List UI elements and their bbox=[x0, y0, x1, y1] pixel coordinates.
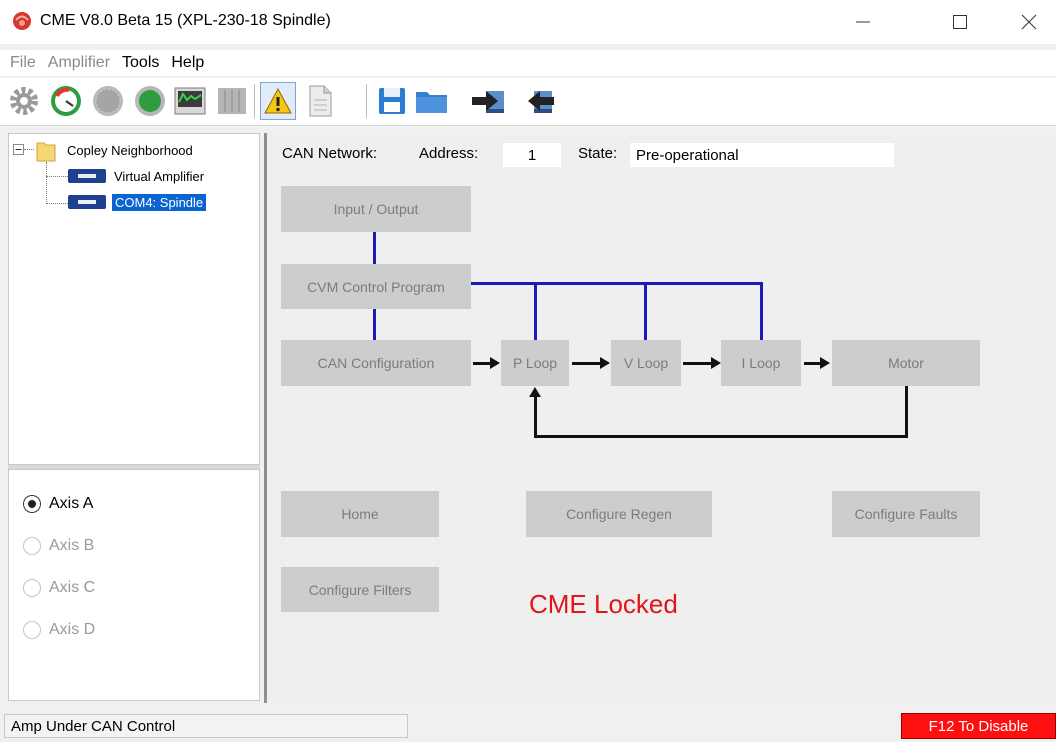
menu-file[interactable]: File bbox=[10, 54, 36, 72]
axis-label: Axis D bbox=[49, 621, 96, 638]
arrow-v-to-i bbox=[683, 362, 713, 365]
configure-filters-button[interactable]: Configure Filters bbox=[281, 567, 439, 612]
menu-tools[interactable]: Tools bbox=[122, 54, 159, 72]
title-bar: CME V8.0 Beta 15 (XPL-230-18 Spindle) bbox=[0, 0, 1056, 44]
close-button[interactable] bbox=[1004, 0, 1054, 44]
maximize-icon bbox=[953, 15, 967, 29]
axis-label: Axis C bbox=[49, 579, 96, 596]
green-circle-icon bbox=[135, 86, 165, 116]
can-network-label: CAN Network: bbox=[282, 145, 378, 162]
folder-icon bbox=[416, 92, 447, 113]
feedback-line bbox=[905, 386, 908, 437]
document-icon bbox=[309, 85, 332, 117]
amplifier-icon bbox=[68, 195, 106, 209]
axis-d-radio[interactable]: Axis D bbox=[23, 621, 95, 639]
menu-bar: File Amplifier Tools Help bbox=[0, 50, 1056, 76]
tree-item-com4-spindle[interactable]: COM4: Spindle bbox=[112, 192, 207, 212]
axis-b-radio[interactable]: Axis B bbox=[23, 537, 94, 555]
minimize-icon bbox=[856, 21, 870, 23]
axis-label: Axis B bbox=[49, 537, 95, 554]
lock-message: CME Locked bbox=[529, 589, 678, 619]
v-loop-block[interactable]: V Loop bbox=[611, 340, 681, 386]
address-label: Address: bbox=[419, 145, 479, 162]
green-circle-button[interactable] bbox=[132, 82, 168, 120]
i-loop-block[interactable]: I Loop bbox=[721, 340, 801, 386]
state-label: State: bbox=[578, 145, 618, 162]
amplifier-icon bbox=[68, 169, 106, 183]
graph-icon bbox=[218, 88, 246, 114]
p-loop-block[interactable]: P Loop bbox=[501, 340, 569, 386]
toolbar bbox=[0, 78, 1056, 126]
radio-checked-icon bbox=[23, 495, 41, 513]
state-value: Pre-operational bbox=[630, 143, 894, 167]
download-arrow-icon bbox=[472, 91, 504, 113]
axis-selector: Axis A Axis B Axis C Axis D bbox=[8, 469, 260, 701]
vertical-divider bbox=[264, 133, 267, 703]
scope-icon bbox=[174, 87, 206, 115]
close-icon bbox=[1021, 14, 1037, 30]
can-configuration-block[interactable]: CAN Configuration bbox=[281, 340, 471, 386]
tree-item-label: Virtual Amplifier bbox=[114, 168, 205, 184]
folder-icon bbox=[36, 142, 56, 162]
upload-button[interactable] bbox=[520, 82, 556, 120]
tree-item-virtual-amplifier[interactable]: Virtual Amplifier bbox=[114, 166, 204, 186]
collapse-icon[interactable] bbox=[13, 144, 24, 155]
save-button[interactable] bbox=[374, 82, 410, 120]
motor-block[interactable]: Motor bbox=[832, 340, 980, 386]
gauge-button[interactable] bbox=[48, 82, 84, 120]
upload-arrow-icon bbox=[528, 91, 554, 113]
input-output-block[interactable]: Input / Output bbox=[281, 186, 471, 232]
tree-root-label: Copley Neighborhood bbox=[67, 142, 193, 158]
scope-button[interactable] bbox=[172, 82, 208, 120]
main-panel: CAN Network: Address: 1 State: Pre-opera… bbox=[268, 133, 1056, 703]
warning-button[interactable] bbox=[260, 82, 296, 120]
status-text: Amp Under CAN Control bbox=[4, 714, 408, 738]
minimize-button[interactable] bbox=[838, 0, 888, 44]
radio-icon bbox=[23, 621, 41, 639]
home-button[interactable]: Home bbox=[281, 491, 439, 537]
axis-a-radio[interactable]: Axis A bbox=[23, 495, 93, 513]
app-window: CME V8.0 Beta 15 (XPL-230-18 Spindle) Fi… bbox=[0, 0, 1056, 742]
graph-button[interactable] bbox=[214, 82, 250, 120]
gear-button[interactable] bbox=[6, 82, 42, 120]
axis-c-radio[interactable]: Axis C bbox=[23, 579, 95, 597]
gear-icon bbox=[10, 87, 38, 115]
address-value: 1 bbox=[503, 143, 561, 167]
status-bar: Amp Under CAN Control F12 To Disable bbox=[0, 710, 1056, 742]
radio-icon bbox=[23, 537, 41, 555]
download-button[interactable] bbox=[470, 82, 506, 120]
gauge-icon bbox=[51, 86, 81, 116]
feedback-line bbox=[534, 397, 537, 437]
feedback-line bbox=[534, 435, 908, 438]
save-icon bbox=[379, 88, 405, 114]
menu-help[interactable]: Help bbox=[171, 54, 204, 72]
axis-label: Axis A bbox=[49, 495, 94, 512]
document-button[interactable] bbox=[302, 82, 338, 120]
warning-icon bbox=[264, 87, 292, 114]
tree-root[interactable]: Copley Neighborhood bbox=[67, 140, 193, 160]
device-tree: Copley Neighborhood Virtual Amplifier CO… bbox=[8, 133, 260, 465]
dial-icon bbox=[93, 86, 123, 116]
window-title: CME V8.0 Beta 15 (XPL-230-18 Spindle) bbox=[40, 12, 331, 29]
configure-regen-button[interactable]: Configure Regen bbox=[526, 491, 712, 537]
maximize-button[interactable] bbox=[935, 0, 985, 44]
tree-item-label: COM4: Spindle bbox=[112, 193, 207, 211]
arrow-p-to-v bbox=[572, 362, 602, 365]
app-logo-icon bbox=[13, 12, 31, 30]
cvm-control-program-block[interactable]: CVM Control Program bbox=[281, 264, 471, 309]
dial-button[interactable] bbox=[90, 82, 126, 120]
folder-button[interactable] bbox=[414, 82, 450, 120]
configure-faults-button[interactable]: Configure Faults bbox=[832, 491, 980, 537]
radio-icon bbox=[23, 579, 41, 597]
menu-amplifier[interactable]: Amplifier bbox=[48, 54, 110, 72]
disable-indicator[interactable]: F12 To Disable bbox=[901, 713, 1056, 739]
